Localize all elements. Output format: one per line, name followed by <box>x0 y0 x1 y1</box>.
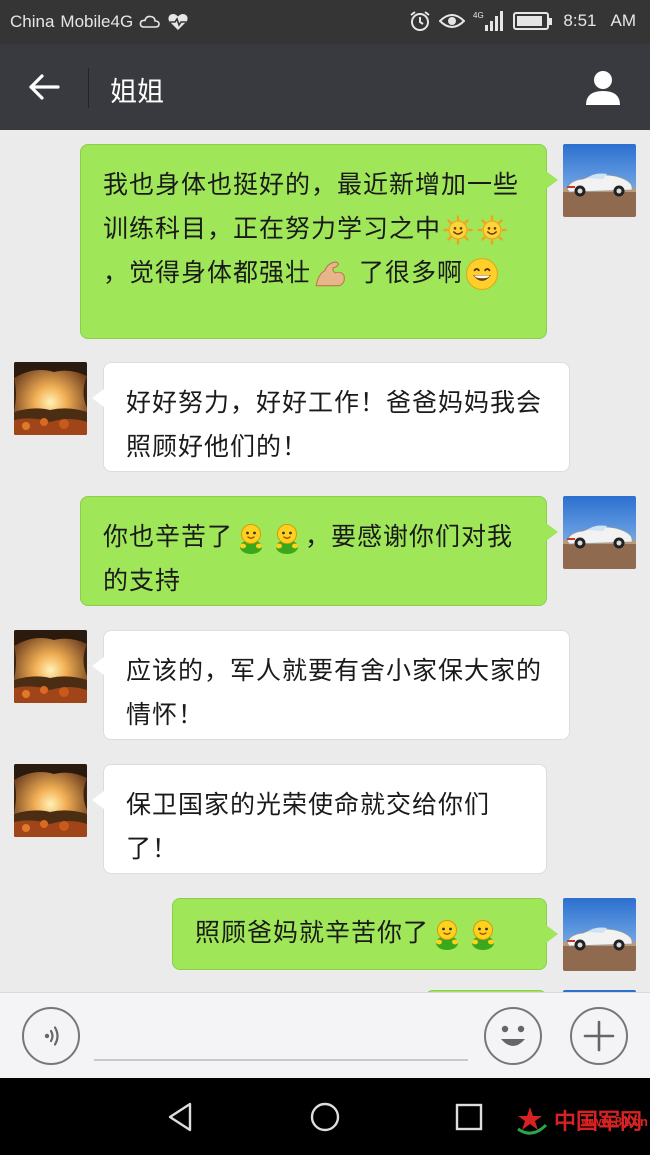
message-bubble-sent[interactable]: 我也身体也挺好的，最近新增加一些训练科目，正在努力学习之中，觉得身体都强壮 了很多… <box>80 144 558 339</box>
cloud-icon <box>139 15 160 28</box>
message-bubble-sent[interactable]: 照顾爸妈就辛苦你了 <box>172 898 558 970</box>
message-text: 了很多啊 <box>359 258 464 287</box>
battery-level <box>517 16 543 26</box>
signal-icon: 4G <box>473 11 504 31</box>
message-bubble-received[interactable]: 好好努力，好好工作！爸爸妈妈我会照顾好他们的！ <box>92 362 570 472</box>
heartbeat-icon <box>168 14 188 30</box>
person-icon <box>586 71 620 105</box>
voice-button[interactable] <box>22 1007 80 1065</box>
message-text: 照顾爸妈就辛苦你了 <box>195 918 430 947</box>
sun-emoji-icon <box>477 215 507 245</box>
nav-back-icon[interactable] <box>164 1100 198 1134</box>
clock-ampm: AM <box>610 11 637 30</box>
message-list[interactable]: 我也身体也挺好的，最近新增加一些训练科目，正在努力学习之中，觉得身体都强壮 了很多… <box>0 130 650 992</box>
smiley-icon <box>501 1025 525 1046</box>
plus-icon <box>583 1020 615 1052</box>
message-bubble-received[interactable]: 保卫国家的光荣使命就交给你们了！ <box>92 764 547 874</box>
message-text: ，觉得身体都强壮 <box>103 258 312 287</box>
network-label: Mobile4G <box>60 12 134 31</box>
alarm-icon <box>410 11 431 31</box>
chick-emoji-icon <box>467 918 499 950</box>
contact-avatar[interactable] <box>14 362 87 435</box>
input-bar <box>0 992 650 1078</box>
message-text: 好好努力，好好工作！爸爸妈妈我会照顾好他们的！ <box>126 388 543 461</box>
message-bubble-received[interactable]: 应该的，军人就要有舍小家保大家的情怀！ <box>92 630 570 740</box>
system-navigation-bar: 中国军网 www.81.cn <box>0 1078 650 1155</box>
nav-recents-icon[interactable] <box>452 1100 486 1134</box>
chat-info-button[interactable] <box>580 64 626 110</box>
chick-emoji-icon <box>431 918 463 950</box>
chick-emoji-icon <box>271 522 303 554</box>
chick-emoji-icon <box>235 522 267 554</box>
flexed-biceps-emoji-icon <box>313 257 347 291</box>
battery-icon <box>513 12 553 30</box>
my-avatar[interactable] <box>563 144 636 217</box>
star-logo-icon <box>517 1107 548 1135</box>
emoji-button[interactable] <box>484 1007 542 1065</box>
message-input[interactable] <box>94 1007 468 1061</box>
back-arrow-icon <box>29 74 60 100</box>
message-bubble-sent[interactable]: 你也辛苦了 ，要感谢你们对我的支持 <box>80 496 558 606</box>
message-text: 应该的，军人就要有舍小家保大家的情怀！ <box>126 656 543 729</box>
sun-emoji-icon <box>443 215 473 245</box>
status-bar: China Mobile4G 4G 8:51 AM <box>0 0 650 44</box>
chat-header: 姐姐 <box>0 44 650 130</box>
message-text: 你也辛苦了 <box>103 522 234 551</box>
voice-icon <box>44 1026 59 1046</box>
my-avatar[interactable] <box>563 898 636 971</box>
contact-avatar[interactable] <box>14 764 87 837</box>
watermark-url: www.81.cn <box>581 1114 648 1129</box>
more-button[interactable] <box>570 1007 628 1065</box>
nav-home-icon[interactable] <box>308 1100 342 1134</box>
message-text: 保卫国家的光荣使命就交给你们了！ <box>126 790 491 863</box>
chat-title: 姐姐 <box>110 77 164 108</box>
contact-avatar[interactable] <box>14 630 87 703</box>
grinning-face-emoji-icon <box>465 257 499 291</box>
carrier-label: China <box>10 12 55 31</box>
clock: 8:51 <box>563 11 597 30</box>
back-button[interactable] <box>18 62 70 112</box>
svg-text:4G: 4G <box>473 11 484 20</box>
header-divider <box>88 68 89 108</box>
eye-icon <box>439 14 466 28</box>
my-avatar[interactable] <box>563 496 636 569</box>
